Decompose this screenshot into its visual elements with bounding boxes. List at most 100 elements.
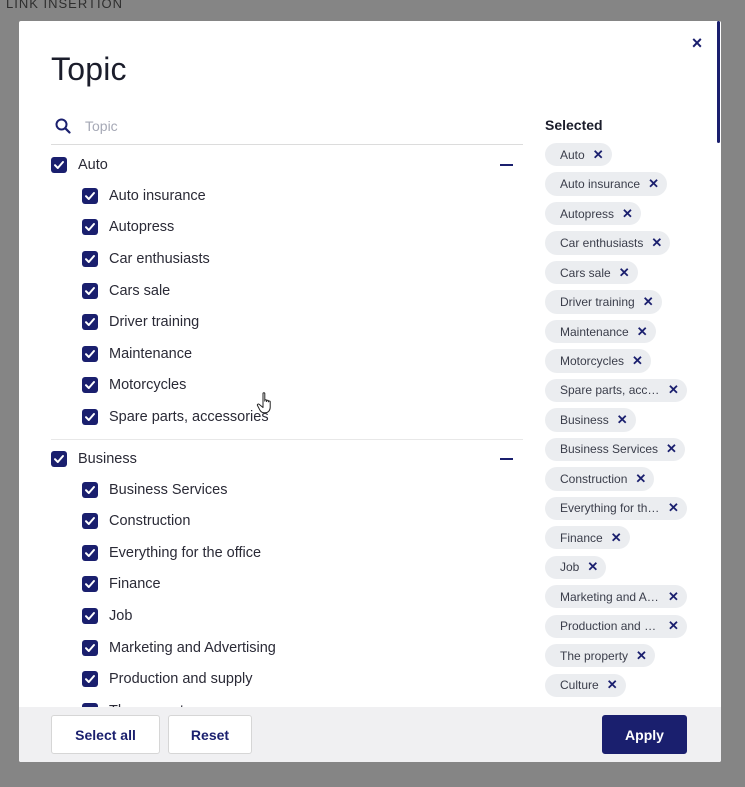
topic-row[interactable]: Driver training [51, 306, 523, 338]
chip-label: Business [560, 412, 609, 427]
checkbox-checked-icon[interactable] [51, 157, 67, 173]
checkbox-checked-icon[interactable] [82, 481, 98, 498]
group-label: Auto [78, 157, 108, 173]
remove-chip-icon[interactable]: ✕ [666, 441, 677, 457]
selected-chip: Autopress ✕ [545, 201, 641, 226]
checkbox-checked-icon[interactable] [51, 450, 67, 467]
collapse-icon[interactable] [500, 457, 513, 460]
apply-button[interactable]: Apply [602, 715, 687, 754]
remove-chip-icon[interactable]: ✕ [668, 589, 679, 605]
checkbox-checked-icon[interactable] [82, 607, 98, 624]
checkbox-checked-icon[interactable] [82, 544, 98, 561]
topic-row[interactable]: The property [51, 695, 523, 707]
remove-chip-icon[interactable]: ✕ [607, 677, 618, 693]
selected-chip: Business ✕ [545, 408, 636, 432]
checkbox-checked-icon[interactable] [82, 513, 98, 530]
remove-chip-icon[interactable]: ✕ [617, 412, 628, 428]
search-input[interactable] [85, 115, 505, 137]
selected-chip: Construction ✕ [545, 467, 655, 491]
checkbox-checked-icon[interactable] [82, 377, 98, 394]
topic-row[interactable]: Marketing and Advertising [51, 632, 523, 664]
topic-row[interactable]: Everything for the office [51, 537, 523, 569]
topic-label: Maintenance [109, 345, 193, 362]
selected-chip: Auto ✕ [545, 143, 612, 167]
topic-row[interactable]: Construction [51, 505, 523, 537]
chip-label: Marketing and Advertising [560, 589, 660, 604]
chip-label: Construction [560, 471, 628, 486]
remove-chip-icon[interactable]: ✕ [635, 471, 646, 487]
remove-chip-icon[interactable]: ✕ [622, 206, 633, 222]
topic-row[interactable]: Motorcycles [51, 370, 523, 402]
chip-label: Car enthusiasts [560, 236, 644, 251]
reset-button[interactable]: Reset [168, 715, 252, 754]
topic-label: Production and supply [109, 671, 253, 688]
selected-chip: Culture ✕ [545, 673, 626, 697]
topic-label: Cars sale [109, 282, 171, 299]
remove-chip-icon[interactable]: ✕ [593, 147, 604, 163]
remove-chip-icon[interactable]: ✕ [611, 530, 622, 546]
topic-label: Finance [109, 576, 161, 593]
remove-chip-icon[interactable]: ✕ [636, 648, 647, 664]
selected-title: Selected [545, 117, 603, 133]
topic-row[interactable]: Finance [51, 569, 523, 601]
remove-chip-icon[interactable]: ✕ [668, 382, 679, 398]
selected-chip: Job ✕ [545, 555, 607, 579]
remove-chip-icon[interactable]: ✕ [637, 324, 648, 340]
modal-scrollbar[interactable] [717, 21, 720, 143]
topic-row[interactable]: Business Services [51, 474, 523, 506]
topic-label: Motorcycles [109, 377, 187, 394]
selected-chip: Finance ✕ [545, 526, 630, 550]
topic-row[interactable]: Production and supply [51, 663, 523, 695]
checkbox-checked-icon[interactable] [82, 671, 98, 688]
topic-row[interactable]: Autopress [51, 212, 523, 244]
chip-label: Spare parts, accessories [560, 383, 660, 398]
topic-label: Driver training [109, 314, 200, 331]
chip-label: Finance [560, 530, 603, 545]
group-row[interactable]: Auto [51, 150, 523, 180]
topic-label: Spare parts, accessories [109, 408, 269, 425]
remove-chip-icon[interactable]: ✕ [643, 294, 654, 310]
chip-label: The property [560, 648, 629, 663]
selected-chip: Everything for the office ✕ [545, 496, 687, 520]
checkbox-checked-icon[interactable] [82, 314, 98, 331]
remove-chip-icon[interactable]: ✕ [668, 500, 679, 516]
topic-row[interactable]: Maintenance [51, 338, 523, 370]
checkbox-checked-icon[interactable] [82, 250, 98, 267]
group-row[interactable]: Business [51, 444, 523, 474]
topic-row[interactable]: Cars sale [51, 275, 523, 307]
topic-label: Business Services [109, 481, 228, 498]
remove-chip-icon[interactable]: ✕ [587, 559, 598, 575]
selected-chip: Marketing and Advertising ✕ [545, 585, 687, 609]
topic-row[interactable]: Job [51, 600, 523, 632]
remove-chip-icon[interactable]: ✕ [651, 235, 662, 251]
topic-row[interactable]: Spare parts, accessories [51, 401, 523, 433]
modal-title: Topic [51, 51, 127, 87]
chip-label: Driver training [560, 295, 635, 310]
checkbox-checked-icon[interactable] [82, 345, 98, 362]
topic-row[interactable]: Auto insurance [51, 180, 523, 212]
select-all-button[interactable]: Select all [51, 715, 160, 754]
checkbox-checked-icon[interactable] [82, 282, 98, 299]
checkbox-checked-icon[interactable] [82, 219, 98, 236]
checkbox-checked-icon[interactable] [82, 187, 98, 204]
topic-label: Everything for the office [109, 544, 262, 561]
chip-label: Cars sale [560, 265, 611, 280]
remove-chip-icon[interactable]: ✕ [648, 176, 659, 192]
chip-label: Everything for the office [560, 501, 660, 516]
topic-label: Autopress [109, 219, 175, 236]
remove-chip-icon[interactable]: ✕ [619, 265, 630, 281]
search-icon [55, 118, 71, 134]
topic-row[interactable]: Car enthusiasts [51, 243, 523, 275]
checkbox-checked-icon[interactable] [82, 576, 98, 593]
topic-group: Business Business Services Construction Eve… [51, 444, 523, 707]
checkbox-checked-icon[interactable] [82, 408, 98, 425]
remove-chip-icon[interactable]: ✕ [668, 618, 679, 634]
collapse-icon[interactable] [500, 164, 513, 166]
close-icon[interactable]: × [687, 33, 707, 53]
chip-label: Business Services [560, 442, 659, 457]
selected-chip: Driver training ✕ [545, 290, 662, 314]
checkbox-checked-icon[interactable] [82, 639, 98, 656]
remove-chip-icon[interactable]: ✕ [632, 353, 643, 369]
chip-label: Culture [560, 678, 599, 693]
selected-chip: Spare parts, accessories ✕ [545, 378, 687, 403]
